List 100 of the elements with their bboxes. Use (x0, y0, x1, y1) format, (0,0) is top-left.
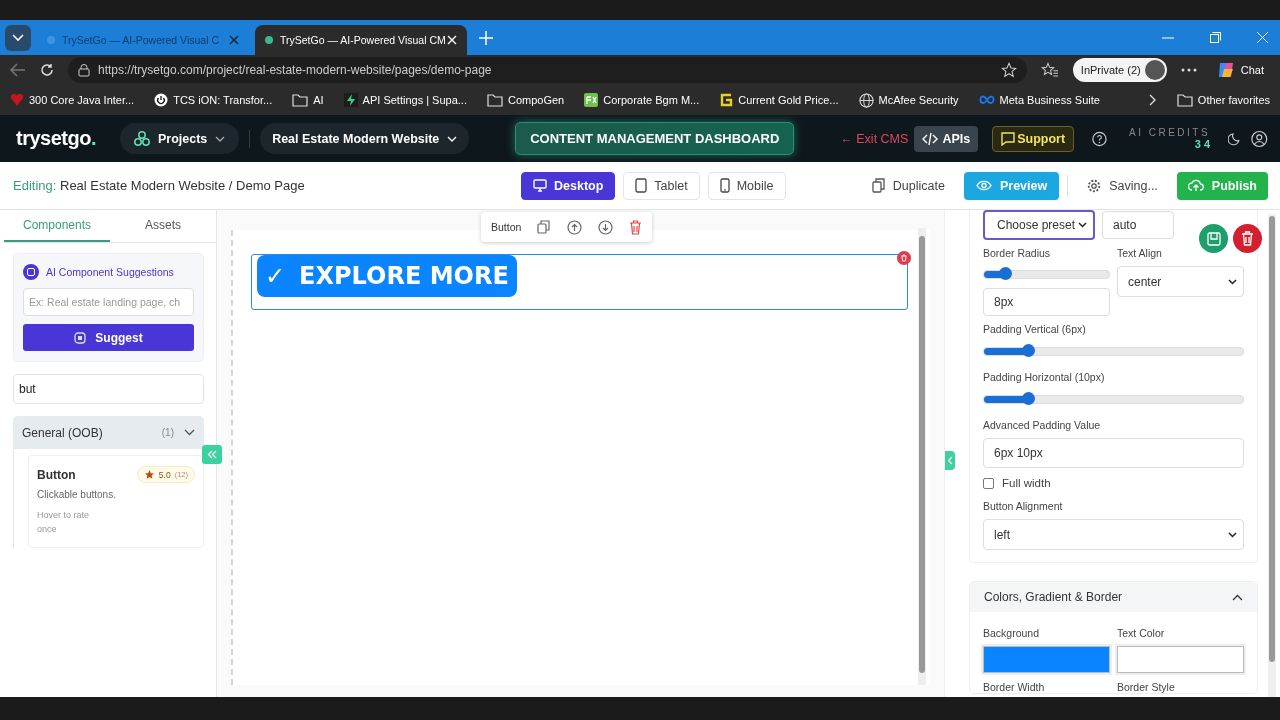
caret-icon (1228, 531, 1237, 538)
field-label: Text Color (1117, 627, 1166, 639)
text-align-select[interactable]: center (1117, 266, 1244, 297)
ai-suggestions-title: AI Component Suggestions (46, 266, 174, 278)
section-header[interactable]: Colors, Gradient & Border (970, 582, 1257, 612)
color-swatch[interactable] (983, 646, 1110, 673)
phone-icon (719, 178, 730, 193)
support-button[interactable]: Support (992, 125, 1075, 152)
caret-icon (447, 135, 458, 142)
address-field[interactable]: https://trysetgo.com/project/real-estate-modern-website/pages/demo-page (68, 57, 1027, 83)
device-tab[interactable]: Desktop (521, 171, 616, 200)
star-icon[interactable] (1000, 62, 1017, 78)
restore-icon[interactable] (1210, 32, 1221, 43)
new-tab-icon[interactable] (479, 30, 493, 45)
bookmark-link[interactable]: McAfee Security (858, 92, 959, 108)
help-icon[interactable] (1092, 129, 1107, 148)
user-icon[interactable] (1251, 128, 1268, 149)
move-down-icon[interactable] (598, 219, 614, 235)
copy-icon[interactable] (537, 220, 552, 234)
bookmark-link[interactable]: TCS iON: Transfor... (154, 93, 273, 107)
padding-field[interactable]: 6px 10px (983, 438, 1244, 468)
category-header[interactable]: General (OOB) (1) (13, 416, 204, 449)
bookmark-link[interactable]: CompoGen (487, 93, 565, 107)
logo[interactable]: trysetgo. (16, 127, 96, 150)
monitor-icon (533, 179, 547, 192)
bookmark-link[interactable]: 300 Core Java Inter... (10, 93, 135, 107)
folder-icon (1176, 93, 1193, 107)
caret-icon (215, 135, 226, 142)
tab-actions-button[interactable] (5, 24, 31, 51)
caret-icon (1232, 593, 1243, 601)
exit-cms-link[interactable]: ← Exit CMS (840, 131, 909, 146)
prompt-field[interactable]: Ex: Real estate landing page, ch (23, 288, 194, 316)
delete-button[interactable] (1233, 224, 1262, 253)
bookmark-folder[interactable]: Other favorites (1176, 93, 1270, 107)
suggest-button[interactable]: Suggest (23, 324, 194, 351)
preset-select[interactable]: Choose preset (983, 210, 1095, 240)
globe-icon (858, 92, 874, 108)
projects-dropdown[interactable]: Projects (119, 123, 240, 154)
chevron-right-icon[interactable] (1148, 94, 1157, 106)
folder-icon (292, 93, 309, 107)
star-icon (143, 469, 155, 480)
chat-logo-icon (1216, 61, 1235, 79)
explore-more-button[interactable]: ✓ EXPLORE MORE (257, 255, 517, 297)
caret-icon (184, 429, 195, 436)
border-radius-field[interactable]: 8px (983, 288, 1110, 316)
field-label: Padding Vertical (6px) (983, 323, 1087, 335)
device-tab[interactable]: Tablet (623, 171, 700, 200)
alignment-select[interactable]: left (983, 519, 1244, 550)
square-icon (584, 93, 599, 107)
field-label: Padding Horizontal (10px) (983, 371, 1106, 383)
field-label: Border Style (1117, 681, 1176, 693)
chip-icon (74, 331, 87, 344)
heart-icon (10, 93, 24, 107)
project-dropdown[interactable]: Real Estate Modern Website (260, 123, 470, 154)
gear-icon (1087, 178, 1102, 193)
browser-tab[interactable]: TrySetGo — AI-Powered Visual CM (255, 25, 467, 55)
credits-count: 3 4 (1194, 138, 1211, 150)
device-tab[interactable]: Mobile (707, 171, 786, 200)
favorites-icon[interactable] (1040, 62, 1059, 78)
message-icon (1001, 131, 1016, 146)
collapse-handle[interactable] (202, 445, 222, 464)
selected-element-outline[interactable]: ✓ EXPLORE MORE (251, 254, 908, 310)
bookmark-link[interactable]: AI (292, 93, 324, 107)
color-swatch[interactable] (1117, 646, 1244, 673)
more-icon[interactable] (1180, 68, 1197, 72)
scrollbar[interactable] (1268, 214, 1276, 697)
trash-icon (1241, 231, 1254, 246)
chevron-left-icon (947, 456, 953, 465)
bookmark-link[interactable]: Corporate Bgm M... (584, 93, 700, 107)
slider-thumb[interactable] (1022, 392, 1035, 405)
chip-icon (23, 264, 39, 280)
move-up-icon[interactable] (567, 219, 583, 235)
slider-thumb[interactable] (1022, 344, 1035, 357)
width-field[interactable]: auto (1102, 211, 1174, 239)
back-icon[interactable] (10, 63, 26, 77)
scrollbar[interactable] (918, 228, 926, 685)
moon-icon[interactable] (1228, 130, 1242, 147)
bookmark-link[interactable]: Current Gold Price... (719, 93, 839, 107)
favicon-icon (47, 36, 55, 44)
cloud-upload-icon (1187, 179, 1204, 192)
save-button[interactable] (1199, 224, 1228, 253)
lock-icon (78, 63, 90, 77)
power-icon (154, 93, 169, 107)
profile-button[interactable]: InPrivate (2) (1072, 58, 1167, 82)
bookmark-link[interactable]: Meta Business Suite (978, 94, 1100, 106)
component-description: Clickable buttons. (37, 489, 117, 500)
delete-icon[interactable] (897, 251, 911, 265)
eye-icon (975, 180, 992, 191)
bookmark-link[interactable]: API Settings | Supa... (343, 93, 467, 107)
apis-button[interactable]: APIs (914, 125, 979, 152)
checkbox[interactable] (983, 477, 994, 489)
search-field[interactable]: but (13, 374, 204, 404)
slider-thumb[interactable] (999, 267, 1013, 280)
reload-icon[interactable] (40, 63, 54, 77)
bookmark-icon (1206, 231, 1221, 246)
chat-button[interactable]: Chat (1210, 60, 1270, 80)
trash-icon[interactable] (629, 219, 643, 235)
collapse-handle[interactable] (945, 451, 955, 470)
circles-icon (133, 131, 150, 146)
favicon-icon (265, 36, 273, 44)
